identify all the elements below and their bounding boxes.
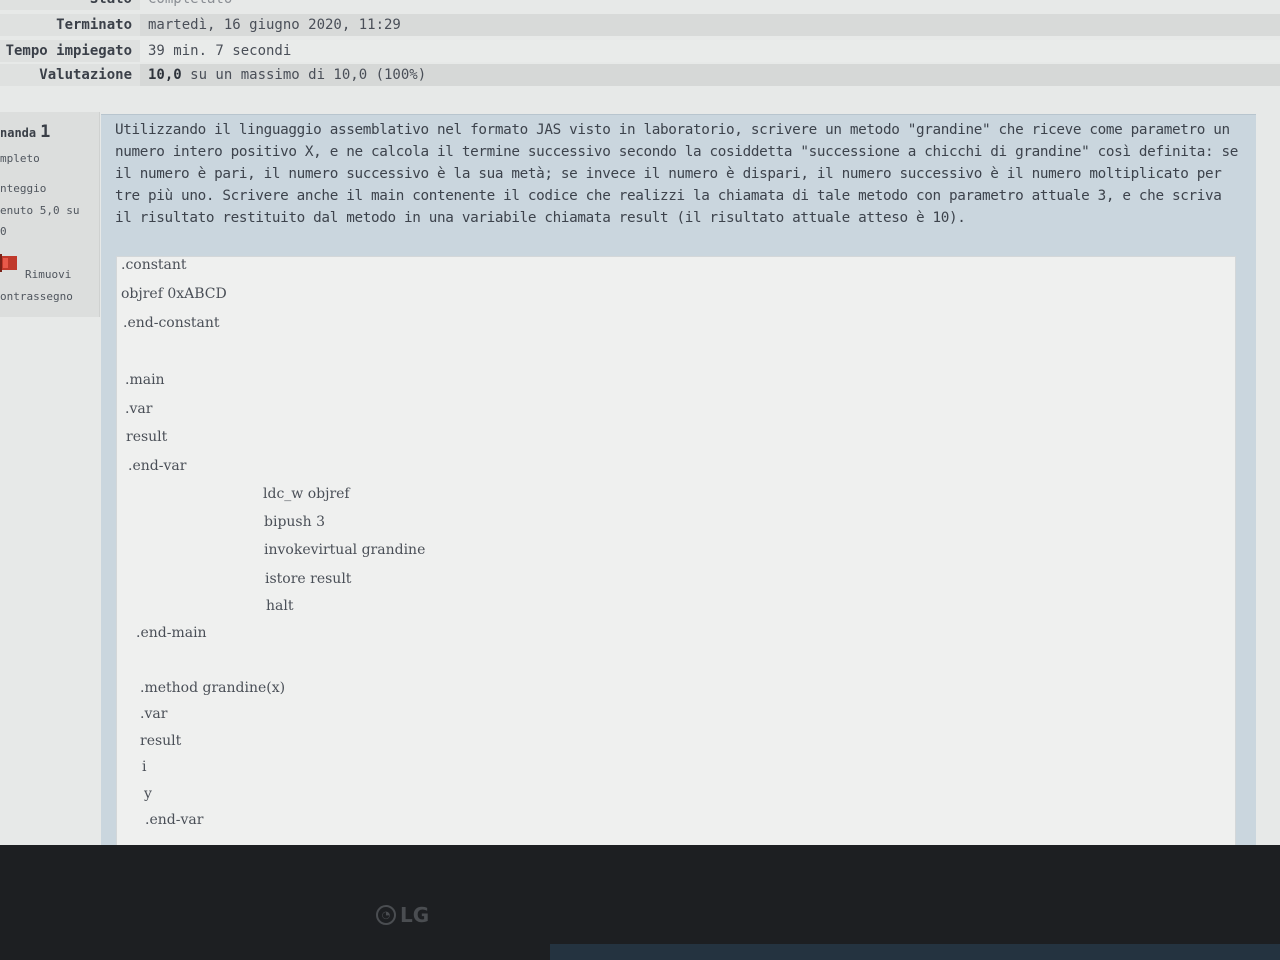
question-mark-value: enuto 5,0 su (0, 204, 80, 217)
question-number: nanda 1 (0, 122, 51, 142)
summary-row-stato: Stato Completato (0, 0, 1280, 10)
question-mark-label: nteggio (0, 182, 47, 195)
code-line: i (142, 759, 147, 775)
summary-label: Valutazione (0, 64, 140, 86)
code-line: result (126, 429, 168, 445)
code-line: bipush 3 (264, 514, 325, 530)
code-line: ldc_w objref (263, 486, 350, 502)
adjacent-screen-strip (550, 944, 1280, 960)
summary-label: Stato (0, 0, 140, 10)
flag-icon[interactable] (0, 254, 20, 272)
code-line: .constant (121, 257, 187, 273)
code-line: .end-main (136, 625, 207, 641)
question-state: mpleto (0, 152, 40, 165)
monitor-brand-logo: ◔ LG (376, 902, 440, 928)
code-line: result (140, 733, 182, 749)
answer-editor[interactable]: .constant objref 0xABCD .end-constant .m… (116, 256, 1236, 845)
question-panel: Utilizzando il linguaggio assemblativo n… (101, 114, 1256, 845)
question-info-panel: nanda 1 mpleto nteggio enuto 5,0 su 0 Rim… (0, 112, 100, 317)
code-line: y (144, 786, 152, 802)
lg-circle-icon: ◔ (376, 905, 396, 925)
remove-flag-link-cont[interactable]: ontrassegno (0, 290, 73, 303)
question-mark-max: 0 (0, 225, 7, 238)
summary-value: 10,0 su un massimo di 10,0 (100%) (140, 64, 1280, 86)
summary-value: 39 min. 7 secondi (140, 40, 1280, 62)
code-line: istore result (265, 571, 352, 587)
question-text: Utilizzando il linguaggio assemblativo n… (115, 122, 1239, 226)
code-line: .var (140, 706, 168, 722)
summary-row-valutazione: Valutazione 10,0 su un massimo di 10,0 (… (0, 64, 1280, 86)
browser-viewport: Stato Completato Terminato martedì, 16 g… (0, 0, 1280, 845)
code-line: objref 0xABCD (121, 286, 227, 302)
code-line: halt (266, 598, 294, 614)
grade-score: 10,0 (148, 67, 182, 83)
code-line: invokevirtual grandine (264, 542, 426, 558)
code-line: .end-var (145, 812, 204, 828)
summary-label: Terminato (0, 14, 140, 36)
grade-rest: su un massimo di 10,0 (100%) (181, 67, 427, 83)
summary-label: Tempo impiegato (0, 40, 140, 62)
code-line: .end-constant (123, 315, 220, 331)
summary-value: martedì, 16 giugno 2020, 11:29 (140, 14, 1280, 36)
brand-label: LG (400, 903, 430, 927)
summary-value: Completato (140, 0, 1280, 10)
summary-row-tempo: Tempo impiegato 39 min. 7 secondi (0, 40, 1280, 62)
summary-row-terminato: Terminato martedì, 16 giugno 2020, 11:29 (0, 14, 1280, 36)
code-line: .var (125, 401, 153, 417)
code-line: .end-var (128, 458, 187, 474)
remove-flag-link[interactable]: Rimuovi (25, 268, 71, 281)
code-line: .method grandine(x) (140, 680, 286, 696)
code-line: .main (125, 372, 165, 388)
